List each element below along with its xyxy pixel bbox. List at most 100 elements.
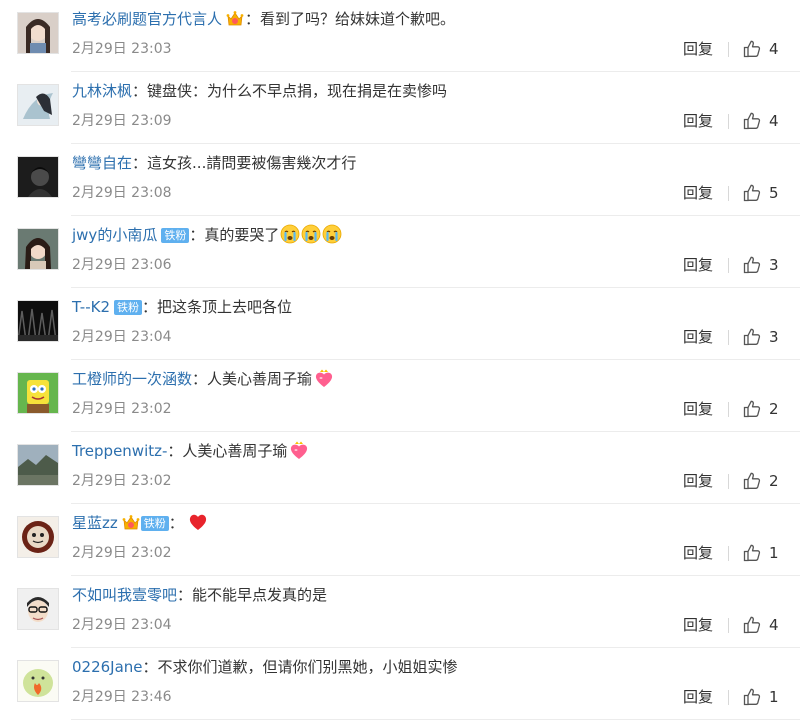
username-link[interactable]: 工橙师的一次涵数 (72, 370, 192, 388)
crying-face-emoji (301, 224, 321, 244)
comment-item: Treppenwitz-：人美心善周子瑜 2月29日 23:02 回复 2 (0, 432, 800, 504)
like-button[interactable]: 2 (742, 470, 779, 492)
heart-emoji (288, 440, 308, 460)
comment-content: 能不能早点发真的是 (192, 586, 328, 604)
like-button[interactable]: 1 (742, 542, 779, 564)
avatar[interactable] (17, 516, 59, 558)
timestamp: 2月29日 23:08 (72, 185, 172, 201)
crying-face-emoji (280, 224, 300, 244)
avatar[interactable] (17, 156, 59, 198)
timestamp: 2月29日 23:02 (72, 401, 172, 417)
avatar[interactable] (17, 660, 59, 702)
reply-button[interactable]: 回复 (683, 256, 713, 274)
divider (728, 474, 729, 489)
comment-text: T--K2 铁粉 ：把这条顶上去吧各位 (72, 298, 293, 316)
avatar[interactable] (17, 12, 59, 54)
like-count: 2 (769, 472, 779, 490)
username-link[interactable]: 高考必刷题官方代言人 (72, 10, 222, 28)
comment-item: 高考必刷题官方代言人 ：看到了吗？给妹妹道个歉吧。 2月29日 23:03 回复 … (0, 0, 800, 72)
comment-content: 真的要哭了 (204, 226, 280, 244)
username-link[interactable]: 不如叫我壹零吧 (72, 586, 177, 604)
avatar[interactable] (17, 228, 59, 270)
like-button[interactable]: 5 (742, 182, 779, 204)
reply-button[interactable]: 回复 (683, 472, 713, 490)
timestamp: 2月29日 23:03 (72, 41, 172, 57)
reply-button[interactable]: 回复 (683, 688, 713, 706)
reply-button[interactable]: 回复 (683, 112, 713, 130)
comment-item: 星蓝zz 铁粉： 2月29日 23:02 回复 1 (0, 504, 800, 576)
timestamp: 2月29日 23:09 (72, 113, 172, 129)
heart-emoji (188, 512, 208, 532)
avatar[interactable] (17, 300, 59, 342)
comment-text: jwy的小南瓜 铁粉 ：真的要哭了 (72, 224, 342, 246)
divider (728, 330, 729, 345)
comment-text: 0226Jane：不求你们道歉，但请你们别黑她，小姐姐实惨 (72, 658, 458, 676)
username-link[interactable]: jwy的小南瓜 (72, 226, 157, 244)
comment-item: 彎彎自在：這女孩...請問要被傷害幾次才行 2月29日 23:08 回复 5 (0, 144, 800, 216)
divider (728, 258, 729, 273)
thumbs-up-icon (742, 543, 762, 563)
avatar[interactable] (17, 444, 59, 486)
comment-item: 工橙师的一次涵数：人美心善周子瑜 2月29日 23:02 回复 2 (0, 360, 800, 432)
like-count: 4 (769, 40, 779, 58)
comment-text: 九林沐枫：键盘侠：为什么不早点捐，现在捐是在卖惨吗 (72, 82, 448, 100)
divider (728, 402, 729, 417)
timestamp: 2月29日 23:06 (72, 257, 172, 273)
avatar[interactable] (17, 588, 59, 630)
divider (728, 690, 729, 705)
username-link[interactable]: 彎彎自在 (72, 154, 132, 172)
divider (728, 42, 729, 57)
comment-item: 不如叫我壹零吧：能不能早点发真的是 2月29日 23:04 回复 4 (0, 576, 800, 648)
thumbs-up-icon (742, 399, 762, 419)
thumbs-up-icon (742, 183, 762, 203)
thumbs-up-icon (742, 615, 762, 635)
comment-item: T--K2 铁粉 ：把这条顶上去吧各位 2月29日 23:04 回复 3 (0, 288, 800, 360)
comment-content: 把这条顶上去吧各位 (157, 298, 293, 316)
thumbs-up-icon (742, 687, 762, 707)
reply-button[interactable]: 回复 (683, 544, 713, 562)
like-button[interactable]: 4 (742, 614, 779, 636)
username-link[interactable]: T--K2 (72, 298, 110, 316)
like-button[interactable]: 1 (742, 686, 779, 708)
like-count: 4 (769, 112, 779, 130)
heart-emoji (313, 368, 333, 388)
username-link[interactable]: Treppenwitz- (72, 442, 167, 460)
reply-button[interactable]: 回复 (683, 40, 713, 58)
timestamp: 2月29日 23:02 (72, 545, 172, 561)
username-link[interactable]: 星蓝zz (72, 514, 118, 532)
reply-button[interactable]: 回复 (683, 616, 713, 634)
like-button[interactable]: 2 (742, 398, 779, 420)
avatar[interactable] (17, 84, 59, 126)
comment-content: 人美心善周子瑜 (207, 370, 313, 388)
fan-badge: 铁粉 (161, 228, 190, 243)
divider (728, 618, 729, 633)
like-button[interactable]: 3 (742, 254, 779, 276)
reply-button[interactable]: 回复 (683, 400, 713, 418)
thumbs-up-icon (742, 255, 762, 275)
vip-crown-badge-icon (225, 10, 245, 27)
divider (728, 186, 729, 201)
comment-text: 星蓝zz 铁粉： (72, 512, 208, 534)
thumbs-up-icon (742, 327, 762, 347)
username-link[interactable]: 0226Jane (72, 658, 143, 676)
like-button[interactable]: 4 (742, 38, 779, 60)
fan-badge: 铁粉 (140, 516, 169, 531)
like-count: 5 (769, 184, 779, 202)
thumbs-up-icon (742, 111, 762, 131)
like-button[interactable]: 4 (742, 110, 779, 132)
vip-crown-badge-icon (121, 514, 141, 531)
comment-list: 高考必刷题官方代言人 ：看到了吗？给妹妹道个歉吧。 2月29日 23:03 回复 … (0, 0, 800, 720)
comment-content: 键盘侠：为什么不早点捐，现在捐是在卖惨吗 (147, 82, 448, 100)
thumbs-up-icon (742, 471, 762, 491)
divider (728, 546, 729, 561)
divider (728, 114, 729, 129)
reply-button[interactable]: 回复 (683, 328, 713, 346)
crying-face-emoji (322, 224, 342, 244)
like-count: 4 (769, 616, 779, 634)
like-button[interactable]: 3 (742, 326, 779, 348)
username-link[interactable]: 九林沐枫 (72, 82, 132, 100)
reply-button[interactable]: 回复 (683, 184, 713, 202)
comment-content: 這女孩...請問要被傷害幾次才行 (147, 154, 357, 172)
like-count: 2 (769, 400, 779, 418)
avatar[interactable] (17, 372, 59, 414)
